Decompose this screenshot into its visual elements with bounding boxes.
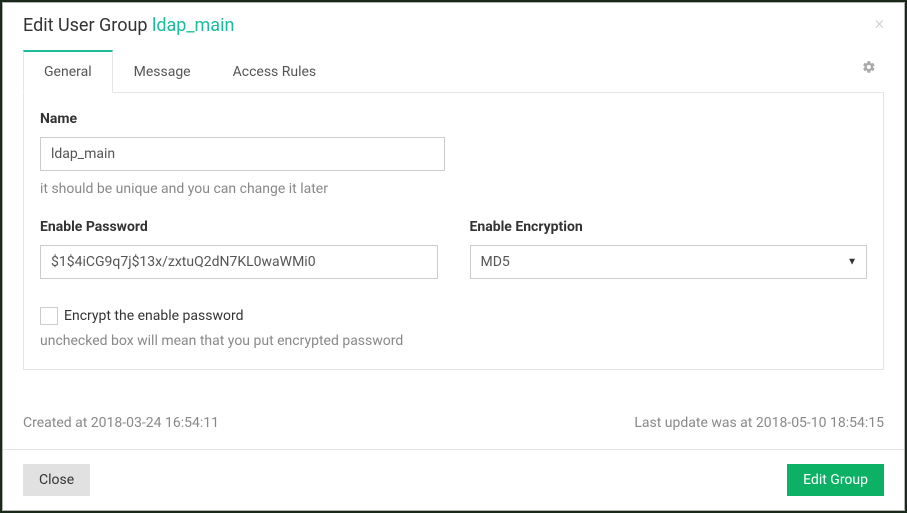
- tab-label: Message: [134, 64, 191, 80]
- updated-at-text: Last update was at 2018-05-10 18:54:15: [634, 415, 884, 431]
- tab-label: General: [44, 64, 92, 80]
- encrypt-checkbox-label: Encrypt the enable password: [64, 308, 243, 324]
- password-label: Enable Password: [40, 219, 438, 235]
- modal-title-prefix: Edit User Group: [23, 15, 152, 36]
- tabs: General Message Access Rules: [23, 50, 884, 93]
- encrypt-help-text: unchecked box will mean that you put enc…: [40, 333, 867, 349]
- tab-label: Access Rules: [233, 64, 317, 80]
- password-encryption-row: Enable Password Enable Encryption MD5 ▼: [40, 219, 867, 279]
- password-input[interactable]: [40, 245, 438, 279]
- modal-footer: Close Edit Group: [3, 449, 904, 510]
- modal-title: Edit User Group ldap_main: [23, 15, 234, 36]
- name-help-text: it should be unique and you can change i…: [40, 181, 445, 197]
- close-icon[interactable]: ×: [875, 15, 884, 33]
- created-at-text: Created at 2018-03-24 16:54:11: [23, 415, 219, 431]
- password-field-group: Enable Password: [40, 219, 438, 279]
- tab-access-rules[interactable]: Access Rules: [212, 51, 338, 92]
- modal-header: Edit User Group ldap_main ×: [3, 3, 904, 50]
- meta-row: Created at 2018-03-24 16:54:11 Last upda…: [3, 399, 904, 449]
- name-input[interactable]: [40, 137, 445, 171]
- edit-user-group-modal: Edit User Group ldap_main × General Mess…: [2, 2, 905, 511]
- encrypt-checkbox[interactable]: [40, 307, 58, 325]
- encryption-select[interactable]: MD5: [470, 245, 868, 279]
- encryption-label: Enable Encryption: [470, 219, 868, 235]
- name-field-group: Name it should be unique and you can cha…: [40, 111, 445, 197]
- encrypt-checkbox-row: Encrypt the enable password: [40, 307, 867, 325]
- encryption-field-group: Enable Encryption MD5 ▼: [470, 219, 868, 279]
- settings-gear-icon[interactable]: [862, 59, 884, 84]
- group-name: ldap_main: [152, 15, 234, 36]
- tab-general[interactable]: General: [23, 50, 113, 93]
- modal-body: General Message Access Rules Name it sho…: [3, 50, 904, 399]
- edit-group-button[interactable]: Edit Group: [787, 464, 884, 496]
- form-general: Name it should be unique and you can cha…: [23, 93, 884, 370]
- close-button[interactable]: Close: [23, 464, 90, 496]
- tab-message[interactable]: Message: [113, 51, 212, 92]
- name-label: Name: [40, 111, 445, 127]
